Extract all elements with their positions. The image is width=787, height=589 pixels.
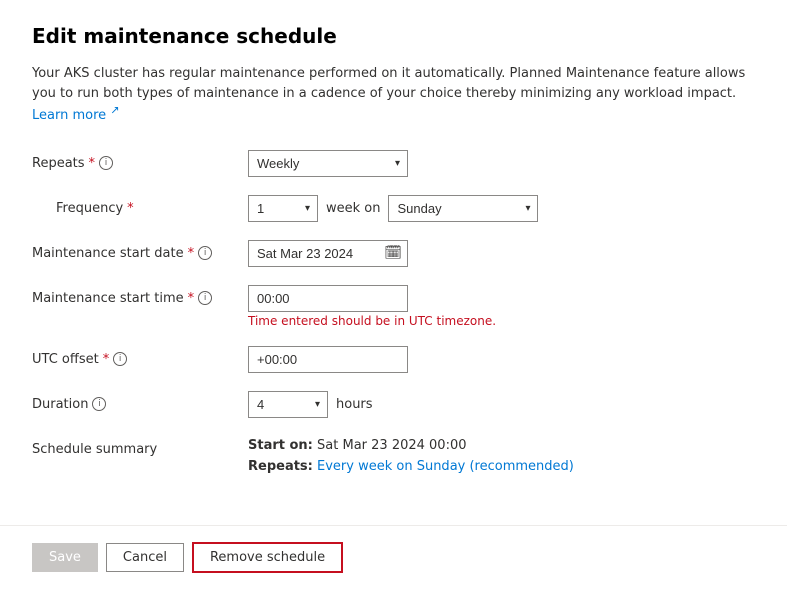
repeats-row: Repeats * i Weekly Daily AbsoluteMonthly… — [32, 150, 755, 177]
time-required-marker: * — [188, 291, 195, 306]
time-group: Time entered should be in UTC timezone. — [248, 285, 496, 328]
frequency-select[interactable]: 1 2 3 4 — [248, 195, 318, 222]
schedule-summary-control: Start on: Sat Mar 23 2024 00:00 Repeats:… — [248, 436, 755, 478]
duration-info-icon[interactable]: i — [92, 397, 106, 411]
calendar-icon[interactable]: 🗓 — [384, 245, 402, 261]
start-date-row: Maintenance start date * i 🗓 — [32, 240, 755, 267]
cancel-button[interactable]: Cancel — [106, 543, 184, 572]
duration-row: Duration i 1 2 3 4 5 6 7 8 ▾ — [32, 391, 755, 418]
repeats-info-icon[interactable]: i — [99, 156, 113, 170]
duration-select-wrapper: 1 2 3 4 5 6 7 8 ▾ — [248, 391, 328, 418]
utc-offset-label: UTC offset * i — [32, 346, 232, 367]
day-select-wrapper: Sunday Monday Tuesday Wednesday Thursday… — [388, 195, 538, 222]
time-error-text: Time entered should be in UTC timezone. — [248, 314, 496, 328]
hours-text: hours — [336, 397, 373, 412]
start-date-control: 🗓 — [248, 240, 755, 267]
utc-info-icon[interactable]: i — [113, 352, 127, 366]
summary-start-value: Sat Mar 23 2024 00:00 — [317, 438, 466, 453]
utc-offset-input[interactable] — [248, 346, 408, 373]
duration-label: Duration i — [32, 391, 232, 412]
frequency-label: Frequency * — [56, 195, 232, 216]
duration-control: 1 2 3 4 5 6 7 8 ▾ hours — [248, 391, 755, 418]
start-date-info-icon[interactable]: i — [198, 246, 212, 260]
repeats-select-wrapper: Weekly Daily AbsoluteMonthly RelativeMon… — [248, 150, 408, 177]
remove-schedule-button[interactable]: Remove schedule — [192, 542, 343, 573]
form-section: Repeats * i Weekly Daily AbsoluteMonthly… — [32, 150, 755, 478]
external-link-icon: ↗ — [110, 104, 119, 117]
day-select[interactable]: Sunday Monday Tuesday Wednesday Thursday… — [388, 195, 538, 222]
date-required-marker: * — [188, 246, 195, 261]
frequency-row: Frequency * 1 2 3 4 ▾ week on Sunday — [32, 195, 755, 222]
learn-more-link[interactable]: Learn more ↗ — [32, 108, 120, 123]
start-time-label: Maintenance start time * i — [32, 285, 232, 306]
week-on-text: week on — [326, 201, 380, 216]
utc-required-marker: * — [103, 352, 110, 367]
start-time-row: Maintenance start time * i Time entered … — [32, 285, 755, 328]
duration-select[interactable]: 1 2 3 4 5 6 7 8 — [248, 391, 328, 418]
start-time-input[interactable] — [248, 285, 408, 312]
required-marker: * — [89, 156, 96, 171]
page-description: Your AKS cluster has regular maintenance… — [32, 64, 755, 126]
freq-required-marker: * — [127, 201, 134, 216]
summary-start-line: Start on: Sat Mar 23 2024 00:00 — [248, 436, 574, 457]
utc-offset-control — [248, 346, 755, 373]
date-input-wrapper: 🗓 — [248, 240, 408, 267]
repeats-select[interactable]: Weekly Daily AbsoluteMonthly RelativeMon… — [248, 150, 408, 177]
repeats-control: Weekly Daily AbsoluteMonthly RelativeMon… — [248, 150, 755, 177]
summary-repeats-value: Every week on Sunday (recommended) — [317, 459, 574, 474]
save-button[interactable]: Save — [32, 543, 98, 572]
start-time-info-icon[interactable]: i — [198, 291, 212, 305]
schedule-summary-label: Schedule summary — [32, 436, 232, 457]
utc-offset-row: UTC offset * i — [32, 346, 755, 373]
frequency-control: 1 2 3 4 ▾ week on Sunday Monday Tuesday … — [248, 195, 755, 222]
schedule-summary-row: Schedule summary Start on: Sat Mar 23 20… — [32, 436, 755, 478]
summary-repeats-line: Repeats: Every week on Sunday (recommend… — [248, 457, 574, 478]
page-title: Edit maintenance schedule — [32, 24, 755, 48]
footer: Save Cancel Remove schedule — [0, 526, 787, 589]
start-date-label: Maintenance start date * i — [32, 240, 232, 261]
schedule-summary-block: Start on: Sat Mar 23 2024 00:00 Repeats:… — [248, 436, 574, 478]
repeats-label: Repeats * i — [32, 150, 232, 171]
frequency-select-wrapper: 1 2 3 4 ▾ — [248, 195, 318, 222]
start-time-control: Time entered should be in UTC timezone. — [248, 285, 755, 328]
